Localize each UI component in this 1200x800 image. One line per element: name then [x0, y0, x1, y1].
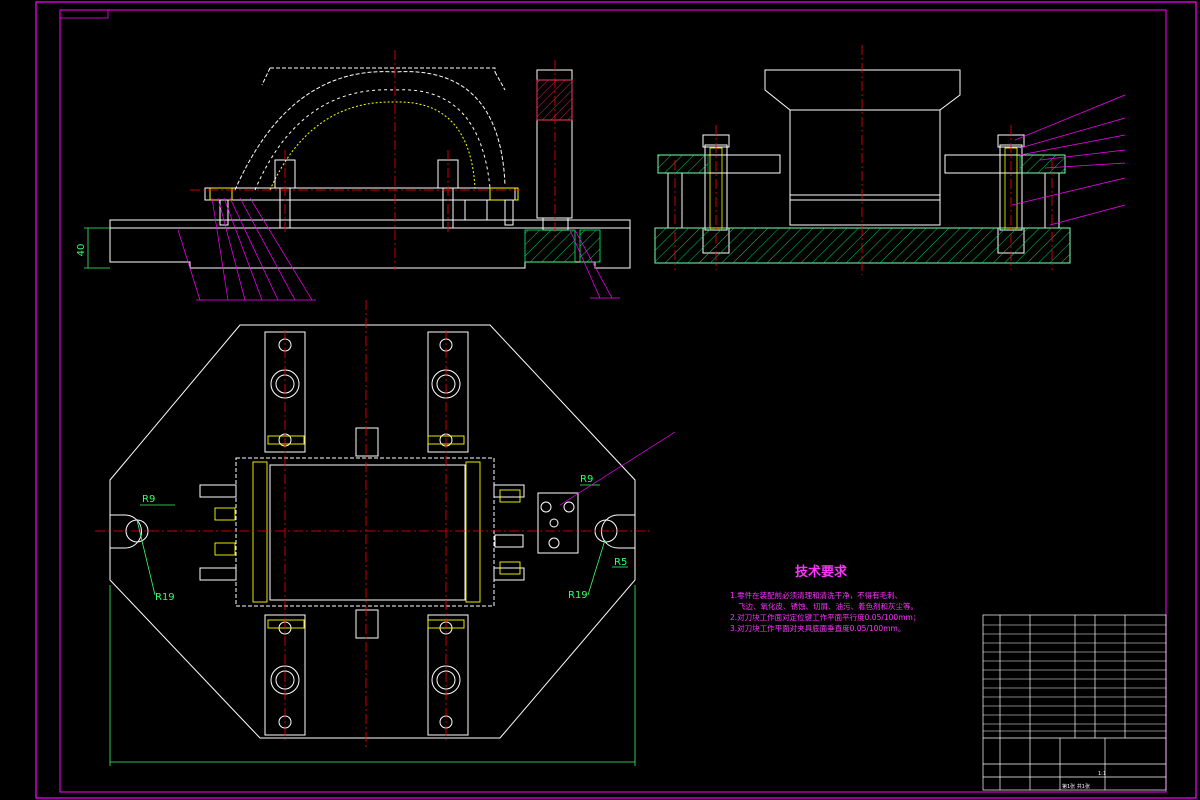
dim-r5: R5: [614, 557, 627, 568]
title-block-scale: 1:1: [1098, 771, 1106, 777]
code-box: [59, 9, 109, 19]
tech-requirement-line-1: 1.零件在装配前必须清理和清洗干净，不得有毛刺、: [730, 590, 902, 600]
dim-r19-left: R19: [155, 592, 175, 603]
front-view-centerlines: [190, 50, 556, 270]
top-view-centerlines: [95, 300, 650, 750]
side-view-hatch: [654, 147, 1071, 264]
top-view-dimensions: [109, 484, 636, 766]
cad-drawing-canvas: 40 R9 R19 R9 R19 R5 技术要求 1.零件在装配前必须清理和清洗…: [35, 1, 1197, 799]
dimension-40: [84, 227, 110, 269]
dim-r9-right: R9: [580, 474, 593, 485]
outer-frame: [35, 1, 1197, 799]
tech-requirement-line-4: 3.对刀块工作平面对夹具底面垂直度0.05/100mm。: [730, 623, 905, 633]
tech-requirement-line-3: 2.对刀块工作面对定位键工作平面平行度0.05/100mm；: [730, 612, 920, 622]
tech-requirements-title: 技术要求: [795, 564, 848, 580]
tech-requirement-line-2: 飞边、氧化皮、锈蚀、切屑、油污、着色剂和灰尘等。: [738, 601, 918, 611]
title-block-rows: [983, 624, 1166, 732]
title-block: [982, 614, 1167, 791]
top-view-leader: [559, 431, 676, 506]
top-view: [109, 324, 636, 739]
front-view-hatch: [524, 229, 601, 263]
dim-label-40: 40: [76, 244, 87, 257]
title-block-sheet: 第1张 共1张: [1062, 783, 1090, 790]
dim-r9-left: R9: [142, 494, 155, 505]
dim-r19-right: R19: [568, 590, 588, 601]
